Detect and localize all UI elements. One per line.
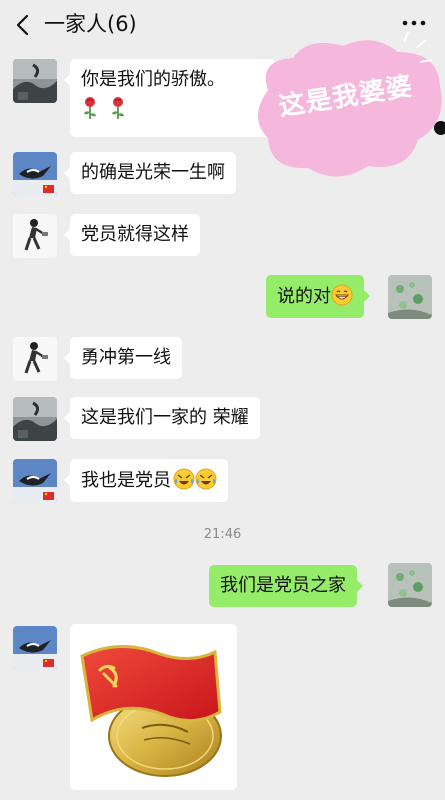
avatar-self[interactable] xyxy=(388,563,432,607)
avatar-self[interactable] xyxy=(388,275,432,319)
message-text: 党员就得这样 xyxy=(81,224,189,245)
chat-title: 一家人(6) xyxy=(44,12,137,36)
message-text: 这是我们一家的 荣耀 xyxy=(81,407,249,428)
rose-icon xyxy=(84,97,96,119)
message-bubble[interactable]: 你是我们的骄傲。 xyxy=(64,59,276,137)
avatar-bird-flag[interactable] xyxy=(13,626,57,670)
message-text: 我也是党员 xyxy=(81,470,171,491)
rose-icon xyxy=(112,97,124,119)
timestamp: 21:46 xyxy=(203,527,242,542)
message-bubble[interactable]: 勇冲第一线 xyxy=(64,337,182,379)
grinning-face-icon xyxy=(331,284,353,306)
avatar-bird-flag[interactable] xyxy=(13,459,57,503)
avatar-bird-flag[interactable] xyxy=(13,152,57,196)
message-bubble-self[interactable]: 说的对 xyxy=(266,275,370,318)
message-text: 的确是光荣一生啊 xyxy=(81,162,225,183)
avatar-runner[interactable] xyxy=(13,214,57,258)
rose-emoji-row xyxy=(81,96,265,123)
message-bubble[interactable]: 的确是光荣一生啊 xyxy=(64,152,236,194)
sticker-message[interactable] xyxy=(70,624,237,790)
avatar-landscape[interactable] xyxy=(13,397,57,441)
message-text: 勇冲第一线 xyxy=(81,347,171,368)
pink-cloud-overlay: 这是我婆婆 xyxy=(248,30,445,190)
message-text: 你是我们的骄傲。 xyxy=(81,69,225,90)
rolling-laughing-icon xyxy=(195,468,217,490)
avatar-landscape[interactable] xyxy=(13,59,57,103)
message-bubble-self[interactable]: 我们是党员之家 xyxy=(209,565,363,607)
message-bubble[interactable]: 党员就得这样 xyxy=(64,214,200,256)
message-text: 说的对 xyxy=(277,286,331,307)
message-bubble[interactable]: 这是我们一家的 荣耀 xyxy=(64,397,260,439)
avatar-runner[interactable] xyxy=(13,337,57,381)
message-bubble[interactable]: 我也是党员 xyxy=(64,459,228,502)
rolling-laughing-icon xyxy=(173,468,195,490)
message-text: 我们是党员之家 xyxy=(220,575,346,596)
youth-league-badge-icon xyxy=(80,645,222,777)
chevron-left-icon[interactable] xyxy=(14,14,32,36)
